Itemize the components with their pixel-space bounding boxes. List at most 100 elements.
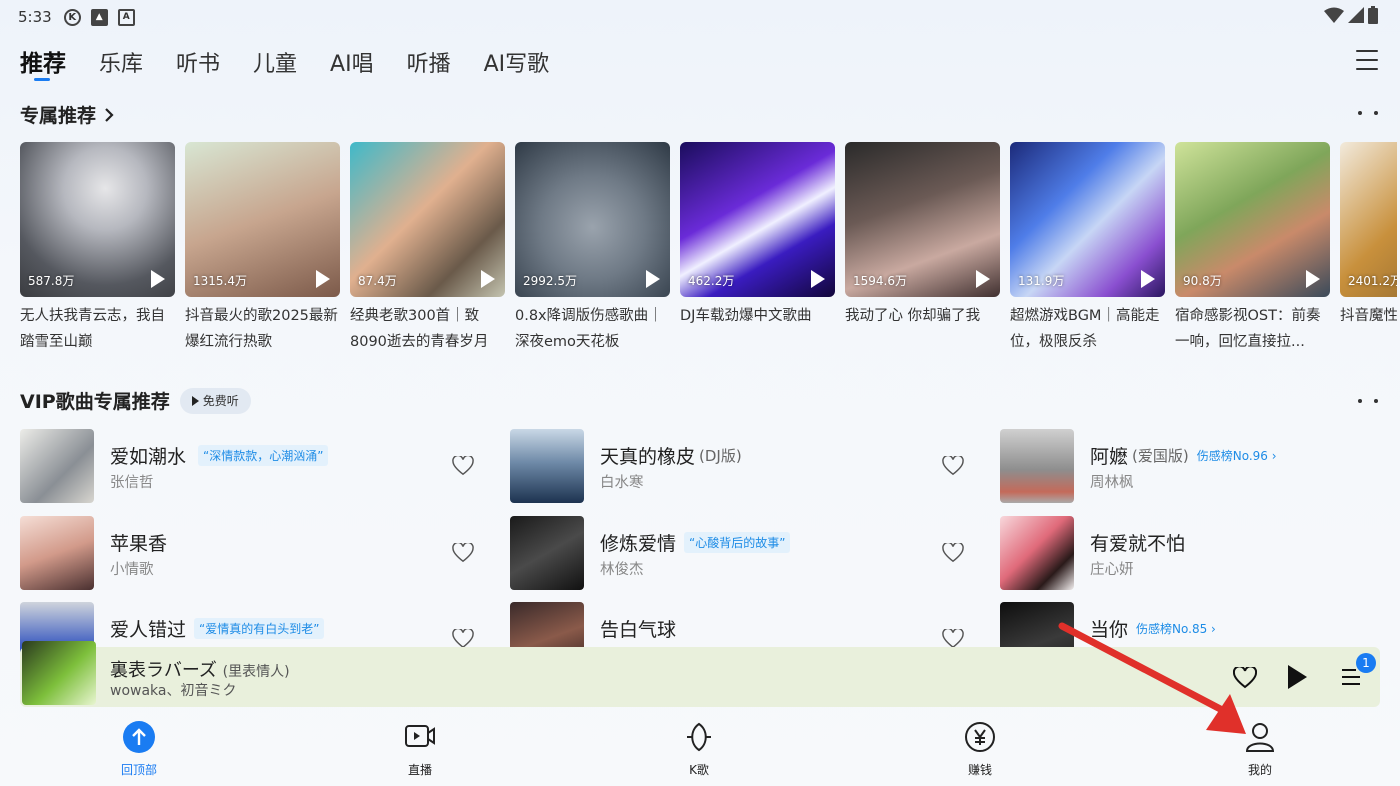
song-title: 有爱就不怕 — [1090, 533, 1186, 555]
section-vip-header: VIP歌曲专属推荐 免费听 — [20, 387, 251, 414]
play-icon[interactable] — [811, 270, 825, 288]
song-item[interactable]: 天真的橡皮 (DJ版) 白水寒 — [510, 429, 975, 503]
playlist-carousel: 587.8万 无人扶我青云志，我自踏雪至山巅 1315.4万 抖音最火的歌202… — [20, 142, 1397, 355]
wifi-icon — [1324, 7, 1344, 23]
song-chart-tag[interactable]: 伤感榜No.96 › — [1197, 447, 1277, 464]
nav-k-song[interactable]: K歌 — [659, 720, 739, 778]
playlist-cover: 87.4万 — [350, 142, 505, 297]
song-item[interactable]: 苹果香 小情歌 — [20, 516, 485, 590]
playlist-title: 抖音最火的歌2025最新爆红流行热歌 — [185, 308, 338, 350]
play-icon[interactable] — [1288, 665, 1307, 689]
nav-mine[interactable]: 我的 — [1220, 720, 1300, 778]
playlist-card[interactable]: 587.8万 无人扶我青云志，我自踏雪至山巅 — [20, 142, 175, 355]
playlist-title: 无人扶我青云志，我自踏雪至山巅 — [20, 308, 165, 350]
play-icon[interactable] — [481, 270, 495, 288]
play-icon[interactable] — [976, 270, 990, 288]
song-item[interactable]: 有爱就不怕 庄心妍 — [1000, 516, 1400, 590]
play-icon[interactable] — [316, 270, 330, 288]
battery-icon — [1368, 6, 1378, 24]
player-song-title: 裏表ラバーズ — [110, 660, 217, 681]
live-video-icon — [403, 720, 437, 754]
song-cover — [510, 429, 584, 503]
playlist-card[interactable]: 1594.6万 我动了心 你却骗了我 — [845, 142, 1000, 355]
tab-ai-songwriting[interactable]: AI写歌 — [484, 46, 550, 78]
section-exclusive-header[interactable]: 专属推荐 — [20, 101, 116, 128]
playlist-card[interactable]: 131.9万 超燃游戏BGM｜高能走位，极限反杀 — [1010, 142, 1165, 355]
heart-icon[interactable] — [1233, 667, 1257, 689]
k-song-icon — [682, 720, 716, 754]
playlist-card[interactable]: 2401.2万 抖音魔性劲儿，越 — [1340, 142, 1397, 355]
play-icon[interactable] — [1141, 270, 1155, 288]
song-version: (爱国版) — [1132, 447, 1189, 465]
play-icon[interactable] — [151, 270, 165, 288]
song-cover — [20, 429, 94, 503]
play-count: 1315.4万 — [193, 274, 247, 288]
playlist-cover: 90.8万 — [1175, 142, 1330, 297]
a-icon: A — [117, 8, 135, 26]
playlist-cover: 2401.2万 — [1340, 142, 1397, 297]
heart-icon[interactable] — [942, 456, 964, 476]
play-count: 1594.6万 — [853, 274, 907, 288]
play-count: 131.9万 — [1018, 274, 1065, 288]
tab-ai-sing[interactable]: AI唱 — [330, 46, 374, 78]
song-artist: 小情歌 — [110, 562, 154, 578]
playlist-cover: 587.8万 — [20, 142, 175, 297]
status-time: 5:33 — [18, 8, 52, 26]
playlist-card[interactable]: 87.4万 经典老歌300首｜致8090逝去的青春岁月 — [350, 142, 505, 355]
song-cover — [510, 516, 584, 590]
song-cover — [20, 516, 94, 590]
song-tag: “爱情真的有白头到老” — [194, 618, 325, 639]
nav-live[interactable]: 直播 — [380, 720, 460, 778]
song-title: 阿嬷 — [1090, 446, 1129, 468]
song-title: 苹果香 — [110, 533, 168, 555]
play-count: 2992.5万 — [523, 274, 577, 288]
tab-podcast[interactable]: 听播 — [407, 46, 451, 78]
song-chart-tag[interactable]: 伤感榜No.85 › — [1136, 620, 1216, 637]
tab-recommend[interactable]: 推荐 — [20, 44, 66, 81]
tab-music-library[interactable]: 乐库 — [99, 46, 143, 78]
playlist-card[interactable]: 2992.5万 0.8x降调版伤感歌曲｜深夜emo天花板 — [515, 142, 670, 355]
image-icon: ▲ — [90, 8, 108, 26]
k-icon: K — [63, 8, 81, 26]
nav-back-to-top[interactable]: 回顶部 — [99, 720, 179, 778]
playlist-title: 抖音魔性劲儿，越 — [1340, 308, 1397, 324]
heart-icon[interactable] — [942, 543, 964, 563]
heart-icon[interactable] — [452, 629, 474, 649]
heart-icon[interactable] — [452, 543, 474, 563]
mini-player[interactable]: 裏表ラバーズ (里表情人) wowaka、初音ミク 1 — [20, 641, 1380, 707]
user-icon — [1243, 720, 1277, 754]
status-bar: 5:33 K ▲ A — [0, 0, 1400, 34]
more-dots-icon[interactable] — [1358, 398, 1378, 404]
song-artist: 庄心妍 — [1090, 562, 1134, 578]
song-cover — [1000, 516, 1074, 590]
tab-children[interactable]: 儿童 — [253, 46, 297, 78]
free-listen-button[interactable]: 免费听 — [179, 387, 251, 414]
playlist-card[interactable]: 90.8万 宿命感影视OST：前奏一响，回忆直接拉... — [1175, 142, 1330, 355]
song-item[interactable]: 爱如潮水 “深情款款，心潮汹涌” 张信哲 — [20, 429, 485, 503]
more-dots-icon[interactable] — [1358, 110, 1378, 116]
section-exclusive-title: 专属推荐 — [20, 105, 97, 127]
nav-earn-money[interactable]: 赚钱 — [940, 720, 1020, 778]
playlist-title: 超燃游戏BGM｜高能走位，极限反杀 — [1010, 308, 1160, 350]
song-item[interactable]: 修炼爱情 “心酸背后的故事” 林俊杰 — [510, 516, 975, 590]
song-title: 天真的橡皮 — [600, 446, 696, 468]
playlist-cover: 462.2万 — [680, 142, 835, 297]
play-icon[interactable] — [1306, 270, 1320, 288]
playlist-title: 0.8x降调版伤感歌曲｜深夜emo天花板 — [515, 308, 663, 350]
nav-label: 回顶部 — [120, 763, 157, 777]
play-count: 87.4万 — [358, 274, 397, 288]
chevron-right-icon — [105, 107, 114, 122]
song-title: 爱如潮水 — [110, 446, 187, 468]
song-artist: 林俊杰 — [600, 562, 644, 578]
playlist-title: 宿命感影视OST：前奏一响，回忆直接拉... — [1175, 308, 1321, 350]
play-count: 462.2万 — [688, 274, 735, 288]
menu-icon[interactable] — [1356, 50, 1378, 70]
heart-icon[interactable] — [452, 456, 474, 476]
playlist-card[interactable]: 1315.4万 抖音最火的歌2025最新爆红流行热歌 — [185, 142, 340, 355]
song-item[interactable]: 阿嬷 (爱国版) 伤感榜No.96 › 周林枫 — [1000, 429, 1400, 503]
heart-icon[interactable] — [942, 629, 964, 649]
song-title: 告白气球 — [600, 619, 677, 641]
tab-audiobook[interactable]: 听书 — [176, 46, 220, 78]
play-icon[interactable] — [646, 270, 660, 288]
playlist-card[interactable]: 462.2万 DJ车载劲爆中文歌曲 — [680, 142, 835, 355]
